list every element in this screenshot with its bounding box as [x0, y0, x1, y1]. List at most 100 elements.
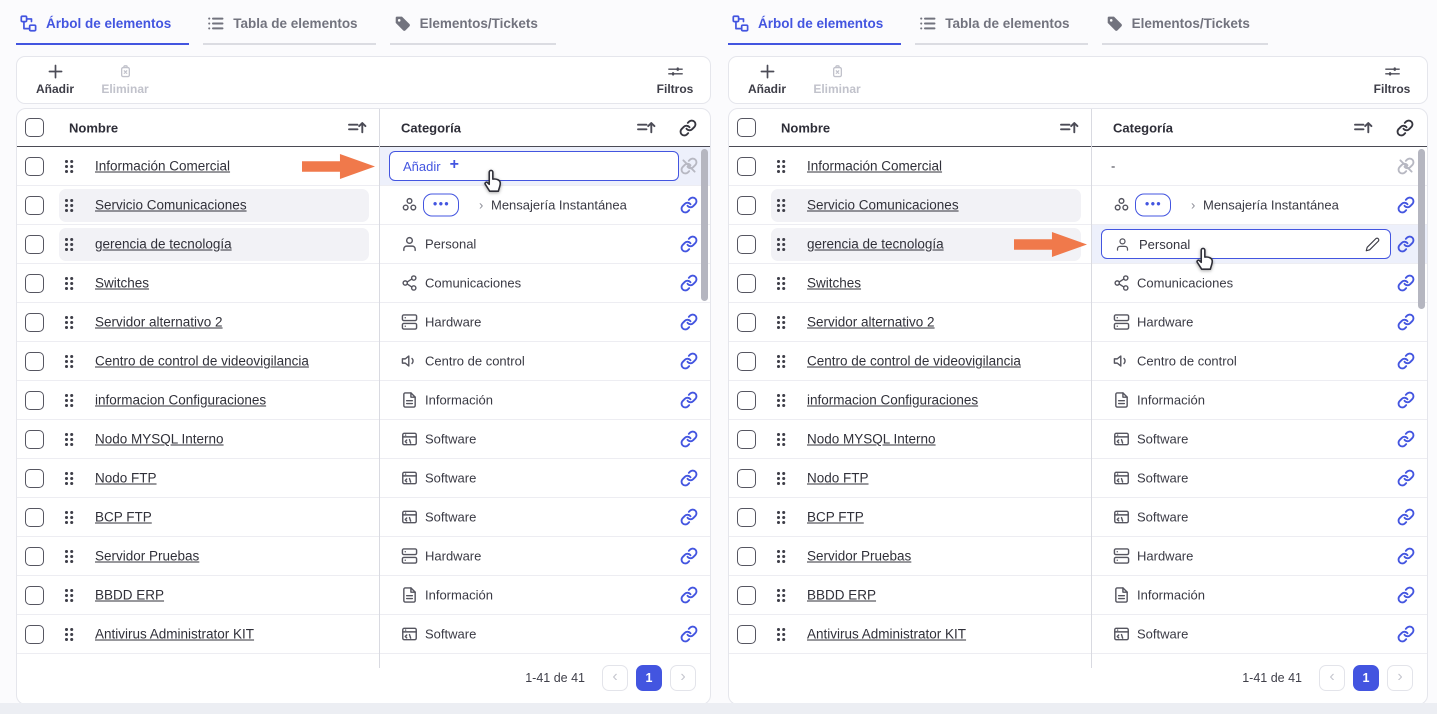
link-icon[interactable] [680, 547, 698, 565]
link-icon[interactable] [680, 508, 698, 526]
row-checkbox[interactable] [25, 625, 44, 644]
row-checkbox[interactable] [25, 586, 44, 605]
sort-icon[interactable] [636, 119, 656, 136]
element-name-link[interactable]: BBDD ERP [95, 588, 164, 603]
collapsed-path-pill[interactable]: ••• [1135, 194, 1171, 217]
row-checkbox[interactable] [737, 352, 756, 371]
category-edit-box[interactable]: Personal [1101, 229, 1391, 259]
link-icon[interactable] [680, 586, 698, 604]
drag-handle-icon[interactable] [777, 550, 786, 564]
prev-page-button[interactable]: ‹ [602, 665, 628, 691]
tab-elementos-tickets[interactable]: Elementos/Tickets [1102, 8, 1268, 45]
sort-icon[interactable] [1353, 119, 1373, 136]
row-checkbox[interactable] [737, 274, 756, 293]
row-checkbox[interactable] [25, 391, 44, 410]
scrollbar-thumb[interactable] [1418, 149, 1425, 309]
select-all-checkbox[interactable] [737, 118, 756, 137]
drag-handle-icon[interactable] [777, 316, 786, 330]
element-name-link[interactable]: Nodo MYSQL Interno [95, 432, 224, 447]
drag-handle-icon[interactable] [65, 511, 74, 525]
row-checkbox[interactable] [25, 313, 44, 332]
row-checkbox[interactable] [25, 469, 44, 488]
row-checkbox[interactable] [737, 313, 756, 332]
row-checkbox[interactable] [737, 196, 756, 215]
link-icon[interactable] [1397, 274, 1415, 292]
element-name-link[interactable]: Servicio Comunicaciones [807, 198, 959, 213]
tab-arbol-de-elementos[interactable]: Árbol de elementos [728, 8, 901, 45]
drag-handle-icon[interactable] [777, 472, 786, 486]
link-icon[interactable] [1397, 391, 1415, 409]
row-checkbox[interactable] [737, 508, 756, 527]
link-icon[interactable] [1397, 196, 1415, 214]
link-icon[interactable] [1397, 547, 1415, 565]
element-name-link[interactable]: Servicio Comunicaciones [95, 198, 247, 213]
element-name-link[interactable]: Información Comercial [807, 159, 942, 174]
add-category-button[interactable]: Añadir+ [389, 151, 679, 181]
drag-handle-icon[interactable] [65, 316, 74, 330]
element-name-link[interactable]: Servidor alternativo 2 [95, 315, 223, 330]
drag-handle-icon[interactable] [65, 199, 74, 213]
drag-handle-icon[interactable] [777, 433, 786, 447]
element-name-link[interactable]: gerencia de tecnología [807, 237, 944, 252]
link-icon[interactable] [680, 625, 698, 643]
drag-handle-icon[interactable] [65, 628, 74, 642]
link-icon[interactable] [680, 391, 698, 409]
row-checkbox[interactable] [737, 430, 756, 449]
current-page-button[interactable]: 1 [636, 665, 662, 691]
drag-handle-icon[interactable] [65, 433, 74, 447]
sort-icon[interactable] [1059, 119, 1079, 136]
filters-button[interactable]: Filtros [652, 57, 698, 103]
delete-button[interactable]: Eliminar [809, 57, 865, 103]
row-checkbox[interactable] [25, 157, 44, 176]
row-checkbox[interactable] [737, 157, 756, 176]
row-checkbox[interactable] [25, 508, 44, 527]
drag-handle-icon[interactable] [777, 238, 786, 252]
element-name-link[interactable]: informacion Configuraciones [807, 393, 978, 408]
row-checkbox[interactable] [25, 547, 44, 566]
drag-handle-icon[interactable] [65, 160, 74, 174]
sort-icon[interactable] [347, 119, 367, 136]
prev-page-button[interactable]: ‹ [1319, 665, 1345, 691]
element-name-link[interactable]: BBDD ERP [807, 588, 876, 603]
element-name-link[interactable]: Nodo FTP [807, 471, 869, 486]
drag-handle-icon[interactable] [777, 511, 786, 525]
tab-arbol-de-elementos[interactable]: Árbol de elementos [16, 8, 189, 45]
element-name-link[interactable]: Nodo MYSQL Interno [807, 432, 936, 447]
drag-handle-icon[interactable] [65, 277, 74, 291]
element-name-link[interactable]: Servidor Pruebas [807, 549, 911, 564]
drag-handle-icon[interactable] [777, 277, 786, 291]
drag-handle-icon[interactable] [777, 628, 786, 642]
filters-button[interactable]: Filtros [1369, 57, 1415, 103]
row-checkbox[interactable] [737, 547, 756, 566]
element-name-link[interactable]: Centro de control de videovigilancia [95, 354, 309, 369]
row-checkbox[interactable] [25, 430, 44, 449]
drag-handle-icon[interactable] [777, 589, 786, 603]
row-checkbox[interactable] [737, 391, 756, 410]
row-checkbox[interactable] [25, 352, 44, 371]
element-name-link[interactable]: Información Comercial [95, 159, 230, 174]
element-name-link[interactable]: informacion Configuraciones [95, 393, 266, 408]
element-name-link[interactable]: BCP FTP [95, 510, 152, 525]
drag-handle-icon[interactable] [777, 199, 786, 213]
delete-button[interactable]: Eliminar [97, 57, 153, 103]
row-checkbox[interactable] [25, 196, 44, 215]
row-checkbox[interactable] [737, 469, 756, 488]
drag-handle-icon[interactable] [777, 355, 786, 369]
link-icon[interactable] [680, 235, 698, 253]
pencil-icon[interactable] [1365, 237, 1380, 252]
element-name-link[interactable]: gerencia de tecnología [95, 237, 232, 252]
next-page-button[interactable]: › [670, 665, 696, 691]
element-name-link[interactable]: Centro de control de videovigilancia [807, 354, 1021, 369]
link-icon[interactable] [1397, 508, 1415, 526]
drag-handle-icon[interactable] [777, 394, 786, 408]
link-icon[interactable] [1397, 586, 1415, 604]
link-icon[interactable] [1397, 625, 1415, 643]
tab-tabla-de-elementos[interactable]: Tabla de elementos [915, 8, 1087, 45]
link-icon[interactable] [680, 469, 698, 487]
drag-handle-icon[interactable] [65, 472, 74, 486]
drag-handle-icon[interactable] [777, 160, 786, 174]
element-name-link[interactable]: Servidor Pruebas [95, 549, 199, 564]
collapsed-path-pill[interactable]: ••• [423, 194, 459, 217]
drag-handle-icon[interactable] [65, 589, 74, 603]
scrollbar-thumb[interactable] [701, 149, 708, 301]
